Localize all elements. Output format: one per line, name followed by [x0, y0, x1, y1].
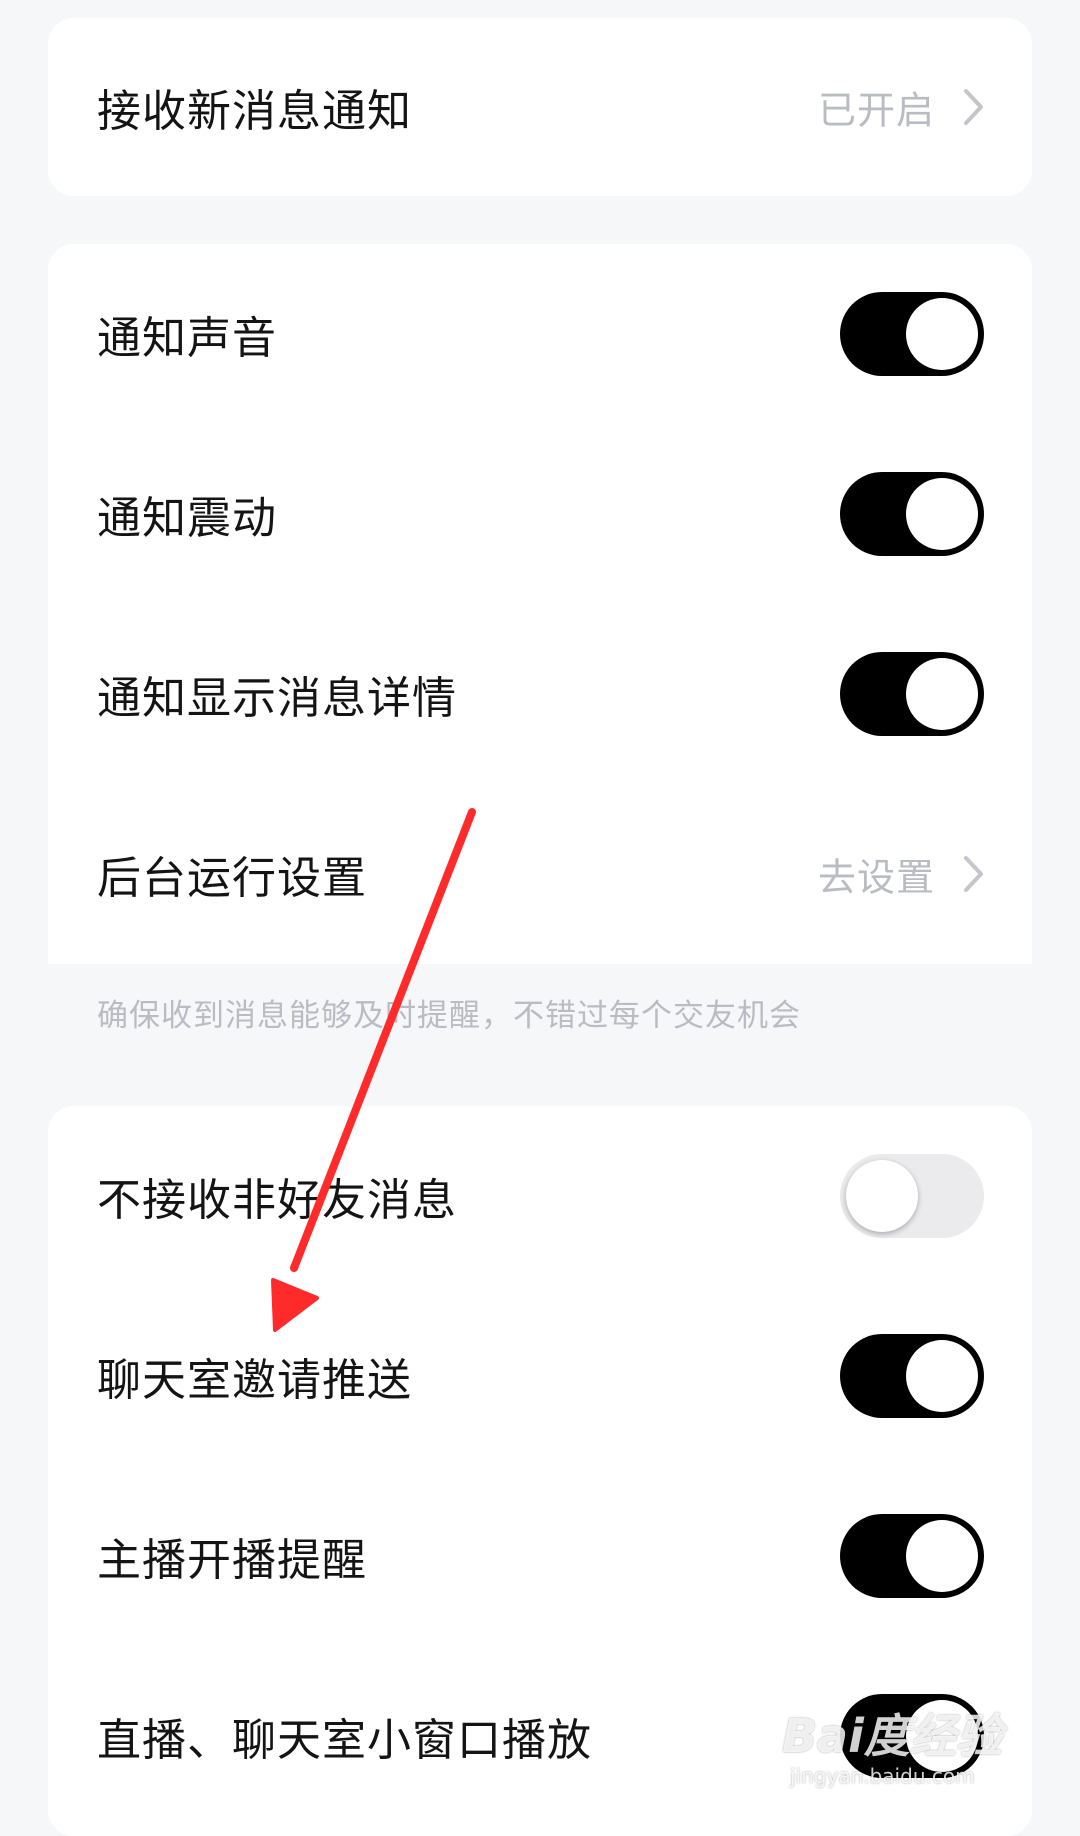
streamer-live-reminder-toggle[interactable]: [840, 1514, 984, 1598]
chatroom-invite-push-row: 聊天室邀请推送: [48, 1286, 1032, 1466]
toggle-knob: [906, 1340, 978, 1412]
chatroom-invite-push-label: 聊天室邀请推送: [97, 1355, 412, 1406]
notification-vibration-label: 通知震动: [97, 493, 277, 544]
background-run-settings-action: 去设置: [817, 855, 935, 900]
streamer-live-reminder-row: 主播开播提醒: [48, 1466, 1032, 1646]
watermark-logo: Bai度经验: [782, 1709, 1002, 1763]
notification-sound-toggle[interactable]: [840, 292, 984, 376]
notification-details-toggle[interactable]: [840, 652, 984, 736]
reject-non-friend-messages-row: 不接收非好友消息: [48, 1106, 1032, 1286]
notification-card: 接收新消息通知 已开启: [48, 18, 1032, 196]
notification-settings-card: 通知声音 通知震动 通知显示消息详情 后台运行设置 去设置: [48, 244, 1032, 964]
background-run-settings-row[interactable]: 后台运行设置 去设置: [48, 784, 1032, 964]
notification-sound-label: 通知声音: [97, 313, 277, 364]
toggle-knob: [906, 1520, 978, 1592]
mini-window-playback-label: 直播、聊天室小窗口播放: [97, 1715, 592, 1766]
notification-hint-text: 确保收到消息能够及时提醒，不错过每个交友机会: [97, 998, 801, 1034]
notification-details-row: 通知显示消息详情: [48, 604, 1032, 784]
chatroom-invite-push-toggle[interactable]: [840, 1334, 984, 1418]
new-message-notification-label: 接收新消息通知: [97, 86, 412, 137]
watermark-url: jingyan.baidu.com: [790, 1764, 975, 1788]
reject-non-friend-messages-toggle[interactable]: [840, 1154, 984, 1238]
toggle-knob: [906, 658, 978, 730]
baidu-jingyan-watermark: Bai度经验 jingyan.baidu.com: [782, 1698, 1022, 1798]
new-message-notification-row[interactable]: 接收新消息通知 已开启: [48, 18, 1032, 196]
toggle-knob: [906, 298, 978, 370]
notification-sound-row: 通知声音: [48, 244, 1032, 424]
notification-details-label: 通知显示消息详情: [97, 673, 457, 724]
background-run-settings-label: 后台运行设置: [97, 853, 367, 904]
chevron-right-icon: [964, 856, 983, 892]
notification-vibration-row: 通知震动: [48, 424, 1032, 604]
new-message-notification-status: 已开启: [817, 88, 935, 133]
toggle-knob: [906, 478, 978, 550]
toggle-knob: [846, 1160, 918, 1232]
streamer-live-reminder-label: 主播开播提醒: [97, 1535, 367, 1586]
notification-vibration-toggle[interactable]: [840, 472, 984, 556]
chevron-right-icon: [964, 89, 983, 125]
reject-non-friend-messages-label: 不接收非好友消息: [97, 1175, 457, 1226]
